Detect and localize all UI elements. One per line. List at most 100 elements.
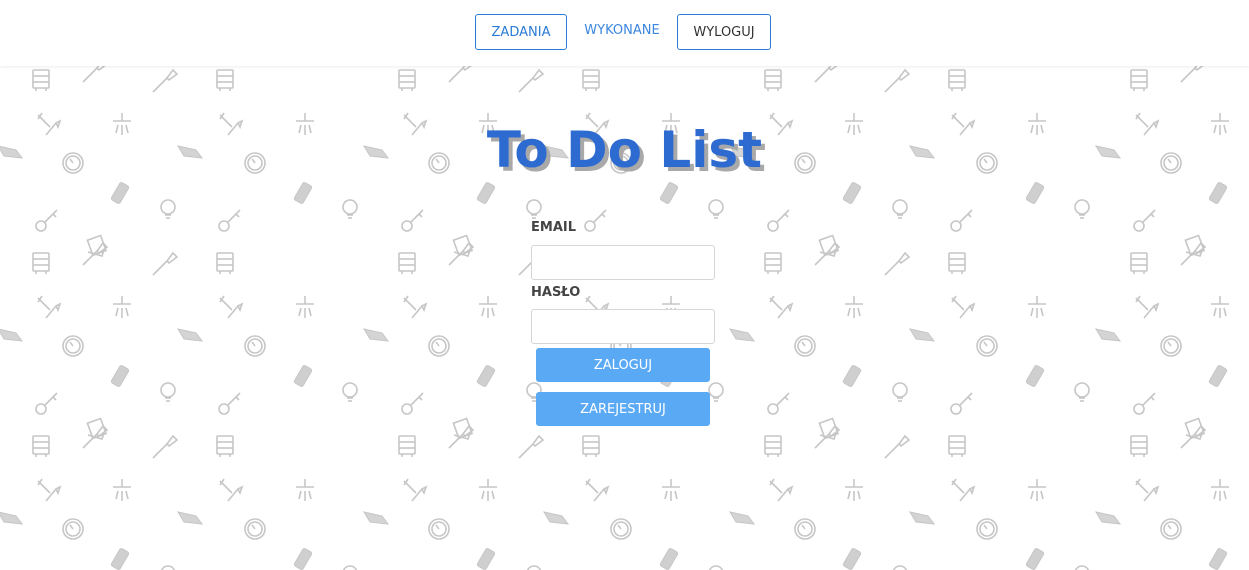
paint-roller-icon — [398, 435, 416, 458]
sponge-icon — [729, 511, 755, 525]
note-icon — [452, 417, 473, 440]
register-button[interactable]: ZAREJESTRUJ — [536, 392, 710, 426]
paint-roller-icon — [764, 435, 782, 458]
sponge-icon — [0, 511, 23, 525]
password-label: HASŁO — [531, 285, 581, 300]
phone-icon — [293, 181, 313, 205]
paint-roller-icon — [582, 69, 600, 92]
paint-roller-icon — [1130, 435, 1148, 458]
clock-icon — [244, 335, 266, 357]
paint-roller-icon — [764, 252, 782, 275]
lightbulb-icon — [892, 565, 908, 570]
clock-icon — [794, 335, 816, 357]
kitchen-tools-icon — [769, 478, 793, 502]
note-icon — [1184, 417, 1205, 440]
paintbrush-icon — [814, 66, 840, 83]
lightbulb-icon — [1074, 382, 1090, 402]
phone-icon — [110, 364, 130, 388]
lightbulb-icon — [160, 565, 176, 570]
paint-roller-icon — [32, 435, 50, 458]
sprinkler-icon — [112, 295, 132, 319]
lightbulb-icon — [342, 382, 358, 402]
paint-roller-icon — [948, 69, 966, 92]
clock-icon — [794, 518, 816, 540]
top-navbar: ZADANIA WYKONANE WYLOGUJ — [0, 0, 1249, 66]
kitchen-tools-icon — [1135, 295, 1159, 319]
key-icon — [1133, 392, 1156, 415]
nav-tasks-button[interactable]: ZADANIA — [475, 14, 567, 50]
nav-done-link[interactable]: WYKONANE — [576, 14, 668, 50]
key-icon — [35, 392, 58, 415]
key-icon — [767, 209, 790, 232]
lightbulb-icon — [342, 565, 358, 570]
phone-icon — [476, 181, 496, 205]
key-icon — [218, 209, 241, 232]
sponge-icon — [363, 328, 389, 342]
key-icon — [35, 209, 58, 232]
kitchen-tools-icon — [403, 295, 427, 319]
kitchen-tools-icon — [403, 478, 427, 502]
sponge-icon — [363, 511, 389, 525]
nav-logout-button[interactable]: WYLOGUJ — [677, 14, 771, 50]
clock-icon — [1160, 335, 1182, 357]
key-icon — [950, 392, 973, 415]
clock-icon — [428, 335, 450, 357]
paintbrush-icon — [1180, 66, 1206, 83]
paintbrush-icon — [884, 435, 910, 459]
key-icon — [401, 209, 424, 232]
clock-icon — [62, 335, 84, 357]
key-icon — [218, 392, 241, 415]
clock-icon — [244, 518, 266, 540]
sponge-icon — [909, 328, 935, 342]
lightbulb-icon — [526, 199, 542, 219]
note-icon — [818, 417, 839, 440]
paint-roller-icon — [398, 69, 416, 92]
kitchen-tools-icon — [219, 478, 243, 502]
sponge-icon — [1095, 511, 1121, 525]
kitchen-tools-icon — [37, 295, 61, 319]
paint-roller-icon — [216, 69, 234, 92]
login-button[interactable]: ZALOGUJ — [536, 348, 710, 382]
key-icon — [401, 392, 424, 415]
phone-icon — [1025, 181, 1045, 205]
paint-roller-icon — [948, 252, 966, 275]
phone-icon — [110, 181, 130, 205]
sponge-icon — [177, 328, 203, 342]
clock-icon — [610, 518, 632, 540]
sprinkler-icon — [295, 478, 315, 502]
sponge-icon — [1095, 328, 1121, 342]
paintbrush-icon — [518, 435, 544, 459]
kitchen-tools-icon — [219, 295, 243, 319]
phone-icon — [1208, 181, 1228, 205]
sponge-icon — [0, 328, 23, 342]
app-title: To Do List — [486, 121, 763, 179]
password-input[interactable] — [531, 309, 715, 344]
key-icon — [767, 392, 790, 415]
clock-icon — [976, 335, 998, 357]
phone-icon — [659, 547, 679, 570]
sponge-icon — [909, 511, 935, 525]
clock-icon — [1160, 518, 1182, 540]
kitchen-tools-icon — [37, 478, 61, 502]
paintbrush-icon — [82, 66, 108, 83]
paint-roller-icon — [32, 252, 50, 275]
paint-roller-icon — [32, 69, 50, 92]
key-icon — [950, 209, 973, 232]
sponge-icon — [729, 328, 755, 342]
kitchen-tools-icon — [585, 478, 609, 502]
lightbulb-icon — [1074, 199, 1090, 219]
phone-icon — [110, 547, 130, 570]
email-input[interactable] — [531, 245, 715, 280]
sprinkler-icon — [661, 478, 681, 502]
sprinkler-icon — [1210, 295, 1230, 319]
lightbulb-icon — [892, 382, 908, 402]
paint-roller-icon — [398, 252, 416, 275]
lightbulb-icon — [342, 199, 358, 219]
kitchen-tools-icon — [951, 295, 975, 319]
kitchen-tools-icon — [951, 478, 975, 502]
kitchen-tools-icon — [1135, 478, 1159, 502]
paintbrush-icon — [448, 66, 474, 83]
note-icon — [86, 417, 107, 440]
phone-icon — [842, 181, 862, 205]
sprinkler-icon — [1210, 478, 1230, 502]
